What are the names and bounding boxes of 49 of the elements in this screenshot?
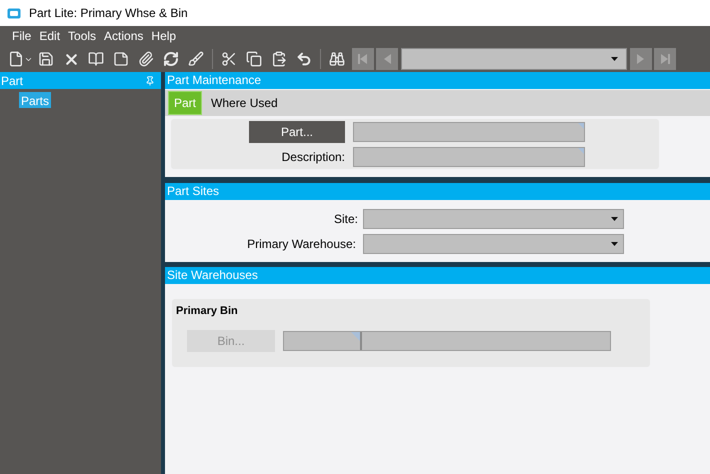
panel-header: Part Maintenance bbox=[165, 72, 710, 89]
record-dropdown[interactable] bbox=[401, 48, 627, 70]
save-icon[interactable] bbox=[38, 51, 54, 67]
window-title: Part Lite: Primary Whse & Bin bbox=[29, 5, 188, 22]
menu-item[interactable]: Actions bbox=[104, 27, 144, 45]
group-title: Primary Bin bbox=[176, 304, 238, 319]
new-document-icon[interactable] bbox=[8, 51, 24, 67]
last-button[interactable] bbox=[654, 48, 676, 70]
tab[interactable]: Where Used bbox=[206, 91, 283, 115]
brush-icon[interactable] bbox=[188, 51, 204, 67]
menu-item[interactable]: File bbox=[12, 27, 32, 45]
pin-icon[interactable] bbox=[145, 76, 155, 86]
bin-field[interactable] bbox=[283, 330, 611, 350]
refresh-icon[interactable] bbox=[163, 51, 179, 67]
cut-icon[interactable] bbox=[221, 51, 237, 67]
first-button[interactable] bbox=[352, 48, 374, 70]
search-icon[interactable] bbox=[329, 51, 345, 67]
app-icon bbox=[7, 8, 21, 18]
caret-icon bbox=[611, 242, 618, 246]
previous-button[interactable] bbox=[376, 48, 398, 70]
menu-item[interactable]: Help bbox=[151, 27, 176, 45]
bin-button: Bin... bbox=[187, 330, 275, 352]
panel-header: Site Warehouses bbox=[165, 267, 710, 284]
skip-forward-icon[interactable] bbox=[658, 52, 672, 66]
panel-header: Part Sites bbox=[165, 183, 710, 200]
panel-title: Part bbox=[1, 72, 24, 90]
corner-marker-icon bbox=[578, 148, 584, 154]
part-button[interactable]: Part... bbox=[249, 121, 345, 143]
site-label: Site: bbox=[334, 211, 358, 228]
book-icon[interactable] bbox=[88, 51, 104, 67]
paste-icon[interactable] bbox=[271, 51, 287, 67]
note-icon[interactable] bbox=[113, 51, 129, 67]
warehouse-dropdown[interactable] bbox=[363, 234, 624, 254]
description-field[interactable] bbox=[353, 147, 585, 167]
corner-marker-icon bbox=[578, 123, 584, 129]
site-dropdown[interactable] bbox=[363, 209, 624, 229]
description-label: Description: bbox=[282, 149, 345, 166]
menu-item[interactable]: Edit bbox=[39, 27, 60, 45]
caret-icon bbox=[611, 217, 618, 221]
skip-back-icon[interactable] bbox=[356, 52, 370, 66]
copy-icon[interactable] bbox=[246, 51, 262, 67]
next-button[interactable] bbox=[630, 48, 652, 70]
menu-item[interactable]: Tools bbox=[68, 27, 96, 45]
corner-marker-icon bbox=[351, 332, 360, 340]
paperclip-icon[interactable] bbox=[138, 51, 154, 67]
caret-icon bbox=[611, 57, 618, 61]
part-field[interactable] bbox=[353, 122, 585, 142]
undo-icon[interactable] bbox=[296, 51, 312, 67]
warehouse-label: Primary Warehouse: bbox=[247, 236, 356, 253]
